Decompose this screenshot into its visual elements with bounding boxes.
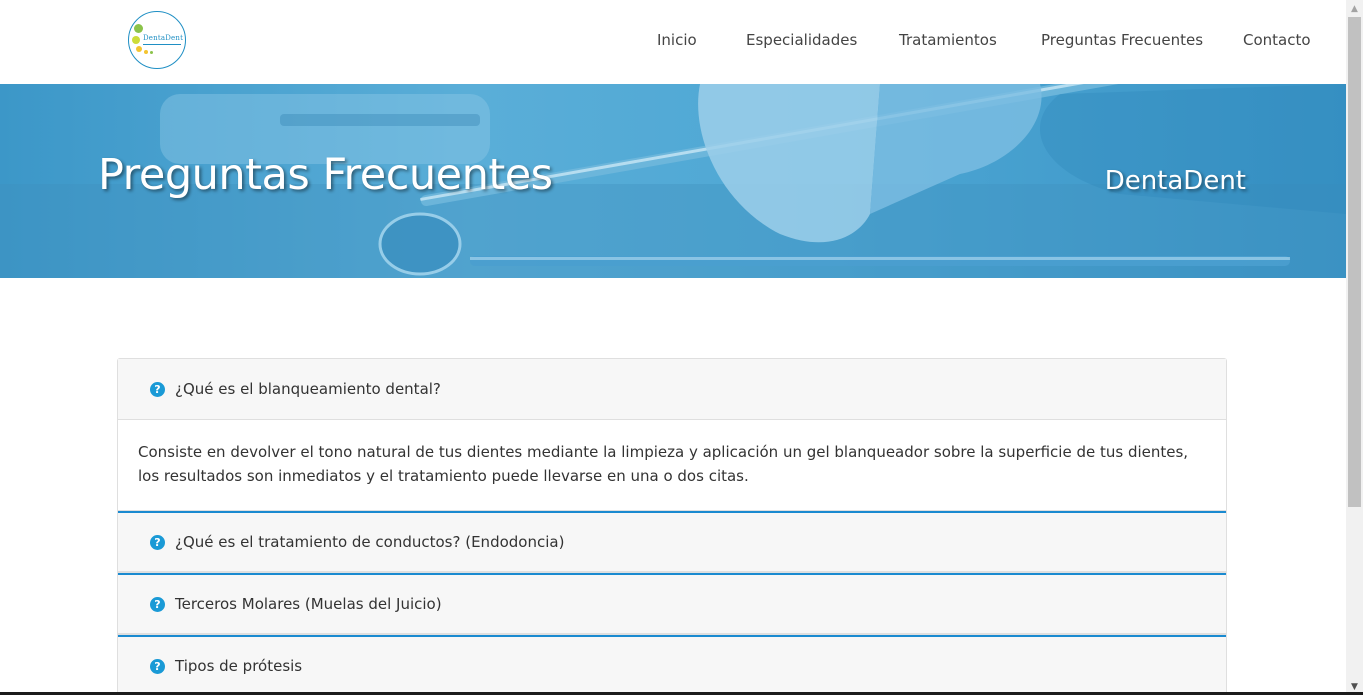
logo-brand-text: DentaDent xyxy=(143,34,184,42)
banner-brand: DentaDent xyxy=(1104,166,1246,196)
site-logo[interactable]: DentaDent xyxy=(128,11,186,69)
question-circle-icon: ? xyxy=(150,381,165,397)
navbar: DentaDent Inicio Especialidades Tratamie… xyxy=(0,0,1346,84)
faq-question: Terceros Molares (Muelas del Juicio) xyxy=(175,595,442,613)
logo-dot-yellow-small xyxy=(144,50,148,54)
nav-item-preguntas-frecuentes[interactable]: Preguntas Frecuentes xyxy=(1041,31,1203,49)
faq-question: ¿Qué es el blanqueamiento dental? xyxy=(175,380,441,398)
faq-answer: Consiste en devolver el tono natural de … xyxy=(138,443,1189,485)
faq-accordion: ? ¿Qué es el blanqueamiento dental? Cons… xyxy=(117,358,1227,695)
nav-item-especialidades[interactable]: Especialidades xyxy=(746,31,857,49)
faq-question: ¿Qué es el tratamiento de conductos? (En… xyxy=(175,533,565,551)
faq-question: Tipos de prótesis xyxy=(175,657,303,675)
faq-question-header[interactable]: ? ¿Qué es el tratamiento de conductos? (… xyxy=(118,511,1226,572)
nav-item-tratamientos[interactable]: Tratamientos xyxy=(899,31,997,49)
faq-item: ? Tipos de prótesis xyxy=(117,634,1227,695)
faq-question-header[interactable]: ? Tipos de prótesis xyxy=(118,635,1226,695)
nav-item-contacto[interactable]: Contacto xyxy=(1243,31,1311,49)
logo-underline xyxy=(143,44,181,45)
vertical-scrollbar[interactable]: ▲ ▼ xyxy=(1346,0,1363,695)
question-circle-icon: ? xyxy=(150,534,165,550)
logo-dot-green xyxy=(134,24,143,33)
page-banner: Preguntas Frecuentes DentaDent xyxy=(0,84,1346,278)
scrollbar-thumb[interactable] xyxy=(1348,17,1361,507)
faq-item: ? Terceros Molares (Muelas del Juicio) xyxy=(117,572,1227,634)
faq-question-header[interactable]: ? ¿Qué es el blanqueamiento dental? xyxy=(118,359,1226,420)
question-circle-icon: ? xyxy=(150,596,165,612)
scroll-up-arrow-icon[interactable]: ▲ xyxy=(1346,0,1363,17)
page-title: Preguntas Frecuentes xyxy=(98,150,553,200)
faq-question-header[interactable]: ? Terceros Molares (Muelas del Juicio) xyxy=(118,573,1226,634)
logo-dot-yellow xyxy=(136,46,142,52)
logo-dot-green-small xyxy=(150,51,153,54)
page: DentaDent Inicio Especialidades Tratamie… xyxy=(0,0,1346,695)
logo-dot-lime xyxy=(132,36,140,44)
question-circle-icon: ? xyxy=(150,658,165,674)
nav-item-inicio[interactable]: Inicio xyxy=(657,31,697,49)
faq-item: ? ¿Qué es el tratamiento de conductos? (… xyxy=(117,510,1227,572)
faq-item: ? ¿Qué es el blanqueamiento dental? Cons… xyxy=(117,358,1227,510)
